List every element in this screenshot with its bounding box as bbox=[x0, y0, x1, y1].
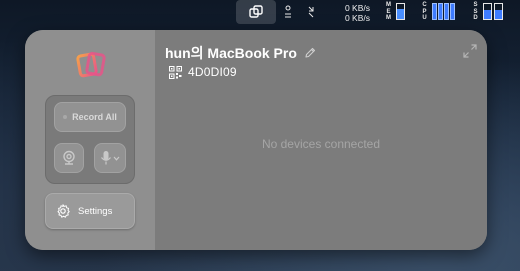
mem-label-text: MEM bbox=[386, 2, 391, 21]
camera-toggle-button[interactable] bbox=[54, 143, 84, 173]
memory-meter[interactable] bbox=[396, 3, 405, 20]
cpu-label: CPU bbox=[421, 2, 428, 22]
gear-icon bbox=[57, 204, 70, 218]
device-area: hun의 MacBook Pro 4D0DI09 No devices conn bbox=[155, 30, 487, 250]
ssd-label-text: SSD bbox=[473, 2, 478, 21]
cpu-core-bar bbox=[432, 3, 437, 20]
device-id: 4D0DI09 bbox=[188, 65, 237, 79]
microphone-toggle-button[interactable] bbox=[94, 143, 126, 173]
device-title: hun의 MacBook Pro bbox=[165, 45, 297, 61]
ssd-label: SSD bbox=[472, 2, 479, 22]
app-switcher-icon bbox=[249, 5, 263, 18]
cpu-core-bar bbox=[438, 3, 443, 20]
cpu-meter[interactable] bbox=[432, 3, 455, 20]
app-menubar-button[interactable] bbox=[236, 0, 276, 24]
net-down-value: 0 KB/s bbox=[344, 13, 370, 23]
ssd-bar bbox=[483, 3, 492, 20]
device-header: hun의 MacBook Pro bbox=[165, 43, 316, 63]
device-id-row: 4D0DI09 bbox=[169, 65, 237, 79]
record-all-label: Record All bbox=[72, 112, 117, 122]
webcam-icon bbox=[63, 150, 75, 165]
settings-button[interactable]: Settings bbox=[45, 193, 135, 229]
record-dot-icon bbox=[63, 115, 68, 119]
empty-state-message: No devices connected bbox=[261, 137, 381, 151]
microphone-icon bbox=[101, 151, 111, 165]
mem-label: MEM bbox=[385, 2, 392, 22]
net-up-value: 0 KB/s bbox=[344, 3, 370, 13]
cpu-core-bar bbox=[444, 3, 449, 20]
record-all-button[interactable]: Record All bbox=[54, 102, 126, 132]
network-speed[interactable]: 0 KB/s 0 KB/s bbox=[340, 3, 370, 23]
sidebar: Record All Settings bbox=[25, 30, 155, 250]
ssd-bar bbox=[494, 3, 503, 20]
recorder-panel: Record All Settings hun의 MacBook Pro 4D0… bbox=[25, 30, 487, 250]
ssd-meter[interactable] bbox=[483, 3, 503, 20]
expand-icon[interactable] bbox=[463, 44, 477, 58]
arrows-icon[interactable] bbox=[307, 5, 315, 19]
qr-code-icon[interactable] bbox=[169, 65, 182, 79]
memory-fill bbox=[397, 8, 404, 19]
app-logo bbox=[76, 51, 106, 78]
cpu-label-text: CPU bbox=[422, 2, 427, 21]
menu-bar: 0 KB/s 0 KB/s MEM CPU SSD bbox=[0, 0, 520, 24]
edit-pencil-icon[interactable] bbox=[304, 47, 316, 59]
chevron-down-icon bbox=[113, 156, 120, 161]
recording-controls: Record All bbox=[45, 95, 135, 184]
settings-label: Settings bbox=[78, 205, 113, 217]
cpu-core-bar bbox=[450, 3, 455, 20]
sun-icon[interactable] bbox=[284, 4, 292, 20]
